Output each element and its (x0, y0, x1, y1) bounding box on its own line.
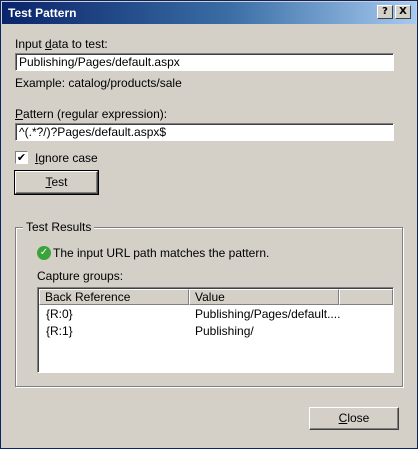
input-label-accel: d (45, 37, 52, 51)
pattern-label-accel: P (15, 107, 24, 121)
row-back-reference: {R:1} (46, 324, 73, 338)
row-value: Publishing/Pages/default.... (195, 307, 341, 321)
pattern-field[interactable]: ^(.*?/)?Pages/default.aspx$ (15, 123, 394, 141)
title-bar[interactable]: Test Pattern ? X (2, 2, 416, 24)
ignore-case-label[interactable]: Ignore case (35, 151, 98, 165)
test-results-title: Test Results (23, 220, 95, 234)
close-button-label-post: lose (347, 411, 370, 425)
check-icon: ✓ (37, 246, 51, 260)
capture-groups-label: Capture groups: (37, 269, 124, 283)
input-example-text: Example: catalog/products/sale (15, 76, 182, 90)
ignore-case-checkbox[interactable]: ✔ (15, 151, 28, 164)
input-data-field[interactable]: Publishing/Pages/default.aspx (15, 53, 394, 71)
input-label-pre: Input (15, 37, 46, 51)
capture-groups-list[interactable]: Back Reference Value {R:0} Publishing/Pa… (37, 287, 394, 373)
match-status-text: The input URL path matches the pattern. (53, 246, 270, 260)
test-button-label-post: est (51, 175, 68, 189)
row-back-reference: {R:0} (46, 307, 73, 321)
column-header-value[interactable]: Value (189, 289, 339, 305)
pattern-label: Pattern (regular expression): (15, 107, 167, 121)
close-icon[interactable]: X (395, 5, 411, 19)
test-button[interactable]: Test (14, 170, 99, 195)
input-data-label: Input data to test: (15, 37, 108, 51)
test-pattern-dialog: Test Pattern ? X Input data to test: Pub… (0, 0, 418, 449)
column-header-filler (339, 289, 393, 305)
column-header-back-reference[interactable]: Back Reference (39, 289, 189, 305)
table-row[interactable]: {R:1} Publishing/ (39, 323, 389, 339)
close-button[interactable]: Close (309, 407, 399, 430)
input-label-post: ata to test: (51, 37, 108, 51)
pattern-label-post: attern (regular expression): (23, 107, 168, 121)
table-row[interactable]: {R:0} Publishing/Pages/default.... (39, 306, 389, 322)
ignore-case-label-post: gnore case (38, 151, 98, 165)
list-header: Back Reference Value (39, 289, 393, 305)
help-button[interactable]: ? (377, 5, 393, 19)
row-value: Publishing/ (195, 324, 254, 338)
window-title: Test Pattern (8, 6, 77, 20)
